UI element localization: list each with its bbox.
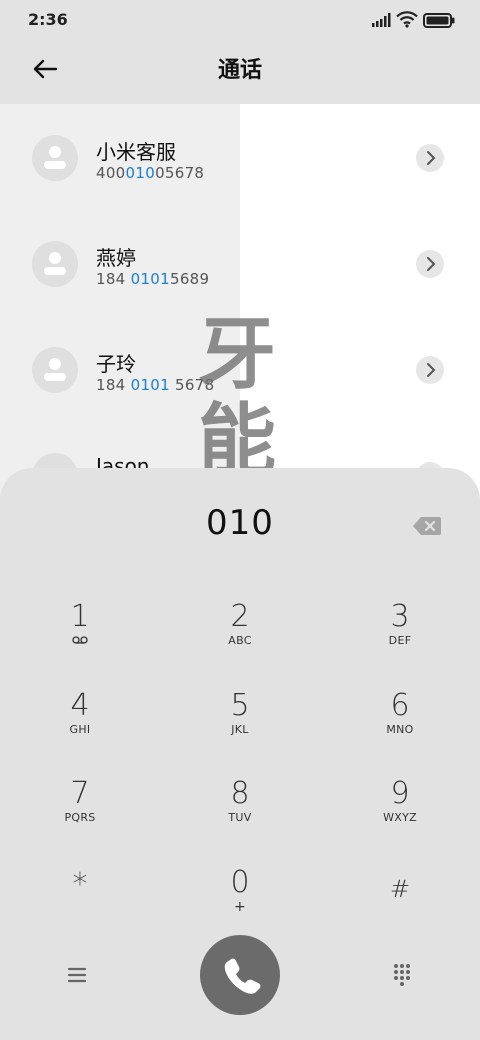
dial-input[interactable]: 010: [0, 503, 480, 543]
contact-number: 184 0101 5678: [96, 376, 215, 394]
phone-icon: [224, 958, 261, 994]
person-icon: [44, 146, 66, 169]
status-time: 2:36: [28, 10, 68, 29]
avatar: [32, 347, 78, 393]
key-3[interactable]: 3 DEF: [320, 600, 480, 688]
contact-row[interactable]: 燕婷 184 01015689: [0, 210, 480, 316]
key-5[interactable]: 5 JKL: [160, 689, 320, 777]
contact-detail-button[interactable]: [416, 144, 444, 172]
contact-row[interactable]: 小米客服 40001005678: [0, 104, 480, 210]
back-arrow-icon[interactable]: [30, 56, 64, 90]
key-4[interactable]: 4 GHI: [0, 689, 160, 777]
key-1[interactable]: 1: [0, 600, 160, 688]
person-icon: [44, 358, 66, 381]
avatar: [32, 135, 78, 181]
wifi-icon: [396, 11, 418, 28]
key-2[interactable]: 2 ABC: [160, 600, 320, 688]
key-star[interactable]: *: [0, 868, 160, 956]
avatar: [32, 241, 78, 287]
key-7[interactable]: 7 PQRS: [0, 777, 160, 865]
chevron-right-icon: [427, 151, 436, 165]
voicemail-icon: [0, 634, 160, 648]
battery-icon: [423, 13, 455, 28]
contact-name: 小米客服: [96, 140, 176, 164]
backspace-icon[interactable]: [412, 516, 442, 536]
key-8[interactable]: 8 TUV: [160, 777, 320, 865]
dialpad-icon[interactable]: [392, 962, 416, 986]
contact-detail-button[interactable]: [416, 356, 444, 384]
contact-detail-button[interactable]: [416, 250, 444, 278]
signal-icon: [372, 13, 391, 27]
chevron-right-icon: [427, 363, 436, 377]
watermark: 牙能: [198, 310, 277, 486]
contact-number: 184 01015689: [96, 270, 210, 288]
contact-name: 子玲: [96, 352, 136, 376]
page-title: 通话: [217, 58, 262, 83]
call-button[interactable]: [200, 935, 280, 1015]
key-hash[interactable]: #: [320, 872, 480, 960]
menu-icon[interactable]: [62, 960, 92, 990]
contact-number: 40001005678: [96, 164, 205, 182]
person-icon: [44, 252, 66, 275]
contact-name: 燕婷: [96, 246, 136, 270]
key-9[interactable]: 9 WXYZ: [320, 777, 480, 865]
chevron-right-icon: [427, 257, 436, 271]
key-6[interactable]: 6 MNO: [320, 689, 480, 777]
